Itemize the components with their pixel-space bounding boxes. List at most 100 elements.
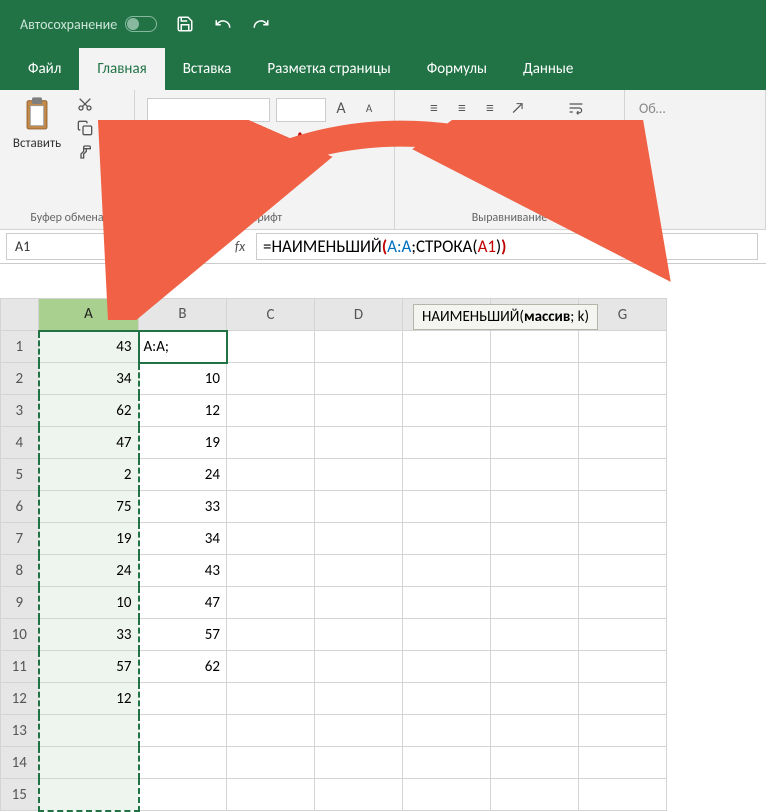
cell[interactable] [39,715,139,747]
cell[interactable]: 57 [139,619,227,651]
cell[interactable]: 57 [39,651,139,683]
tab-file[interactable]: Файл [10,48,79,90]
italic-button[interactable]: К [175,130,201,150]
column-header-b[interactable]: B [139,299,227,331]
cell[interactable] [139,747,227,779]
cell[interactable] [39,779,139,811]
clipboard-icon [17,94,57,134]
formula-tooltip: НАИМЕНЬШИЙ(массив; k) [413,304,598,330]
align-right-icon[interactable]: ≡ [463,126,489,146]
increase-indent-icon[interactable]: ⇥ [519,126,545,146]
row-header[interactable]: 8 [1,555,39,587]
cell[interactable]: 47 [39,427,139,459]
cell[interactable]: 33 [139,491,227,523]
tab-home[interactable]: Главная [79,48,164,90]
cell[interactable]: 10 [39,587,139,619]
cell[interactable]: 12 [39,683,139,715]
font-color-icon[interactable]: A [287,130,313,150]
cell[interactable]: 43 [39,331,139,363]
decrease-font-icon[interactable]: A [356,98,382,118]
align-left-icon[interactable]: ≡ [407,126,433,146]
column-header-d[interactable]: D [315,299,403,331]
cell[interactable]: 10 [139,363,227,395]
decrease-indent-icon[interactable]: ⇤ [491,126,517,146]
fill-color-icon[interactable] [259,130,285,150]
undo-icon[interactable] [213,14,233,34]
cell[interactable] [403,331,491,363]
cell[interactable] [227,331,315,363]
increase-font-icon[interactable]: A [328,98,354,118]
tab-data[interactable]: Данные [505,48,591,90]
group-alignment: ≡ ≡ ≡ ↗ ≡ ≡ ≡ ⇤ ⇥ Выравнивание [395,90,625,229]
row-header[interactable]: 1 [1,331,39,363]
font-size-dropdown[interactable] [276,98,326,122]
autosave-toggle[interactable]: Автосохранение [20,16,157,33]
spreadsheet-grid[interactable]: A B C D E F G 143A:A; 23410 36212 44719 … [0,298,766,812]
cell[interactable]: 24 [139,459,227,491]
cell[interactable]: 19 [139,427,227,459]
enter-formula-icon[interactable]: ✓ [192,230,224,263]
cell[interactable]: 47 [139,587,227,619]
cell[interactable]: 75 [39,491,139,523]
row-header[interactable]: 9 [1,587,39,619]
align-bottom-icon[interactable]: ≡ [477,98,503,118]
cell-active[interactable]: A:A; [139,331,227,363]
cell[interactable]: 43 [139,555,227,587]
select-all-corner[interactable] [1,299,39,331]
cell[interactable] [491,331,579,363]
cell[interactable]: 33 [39,619,139,651]
row-header[interactable]: 11 [1,651,39,683]
fx-icon[interactable]: fx [224,230,256,263]
wrap-text-icon[interactable] [559,98,593,118]
row-header[interactable]: 7 [1,523,39,555]
paste-button[interactable]: Вставить [8,94,66,151]
row-header[interactable]: 12 [1,683,39,715]
cell[interactable] [315,331,403,363]
bold-button[interactable]: Ж [147,130,173,150]
row-header[interactable]: 5 [1,459,39,491]
cell[interactable]: 62 [39,395,139,427]
cell[interactable]: 34 [139,523,227,555]
name-box[interactable]: A1 ▼ [6,233,156,260]
cut-icon[interactable] [72,94,98,114]
merge-center-icon[interactable] [559,126,593,146]
row-header[interactable]: 15 [1,779,39,811]
row-header[interactable]: 2 [1,363,39,395]
cell[interactable] [579,331,667,363]
cell[interactable]: 2 [39,459,139,491]
row-header[interactable]: 14 [1,747,39,779]
align-top-icon[interactable]: ≡ [421,98,447,118]
row-header[interactable]: 4 [1,427,39,459]
row-header[interactable]: 13 [1,715,39,747]
formula-input[interactable]: =НАИМЕНЬШИЙ(A:A;СТРОКА(A1)) [256,233,758,260]
row-header[interactable]: 6 [1,491,39,523]
redo-icon[interactable] [251,14,271,34]
chevron-down-icon: ▼ [137,240,147,253]
cell[interactable] [139,715,227,747]
cell[interactable]: 19 [39,523,139,555]
copy-icon[interactable] [72,118,98,138]
column-header-a[interactable]: A [39,299,139,331]
tab-formulas[interactable]: Формулы [409,48,505,90]
cell[interactable]: 34 [39,363,139,395]
row-header[interactable]: 10 [1,619,39,651]
column-header-c[interactable]: C [227,299,315,331]
cell[interactable]: 62 [139,651,227,683]
align-center-icon[interactable]: ≡ [435,126,461,146]
row-header[interactable]: 3 [1,395,39,427]
cell[interactable] [139,779,227,811]
font-name-dropdown[interactable] [147,98,270,122]
align-middle-icon[interactable]: ≡ [449,98,475,118]
orientation-icon[interactable]: ↗ [505,98,531,118]
tab-insert[interactable]: Вставка [165,48,250,90]
underline-button[interactable]: Ч [203,130,229,150]
cell[interactable]: 12 [139,395,227,427]
format-painter-icon[interactable] [72,142,98,162]
cancel-formula-icon[interactable]: ✕ [160,230,192,263]
cell[interactable] [139,683,227,715]
border-icon[interactable] [231,130,257,150]
tab-page-layout[interactable]: Разметка страницы [249,48,408,90]
cell[interactable] [39,747,139,779]
save-icon[interactable] [175,14,195,34]
cell[interactable]: 24 [39,555,139,587]
